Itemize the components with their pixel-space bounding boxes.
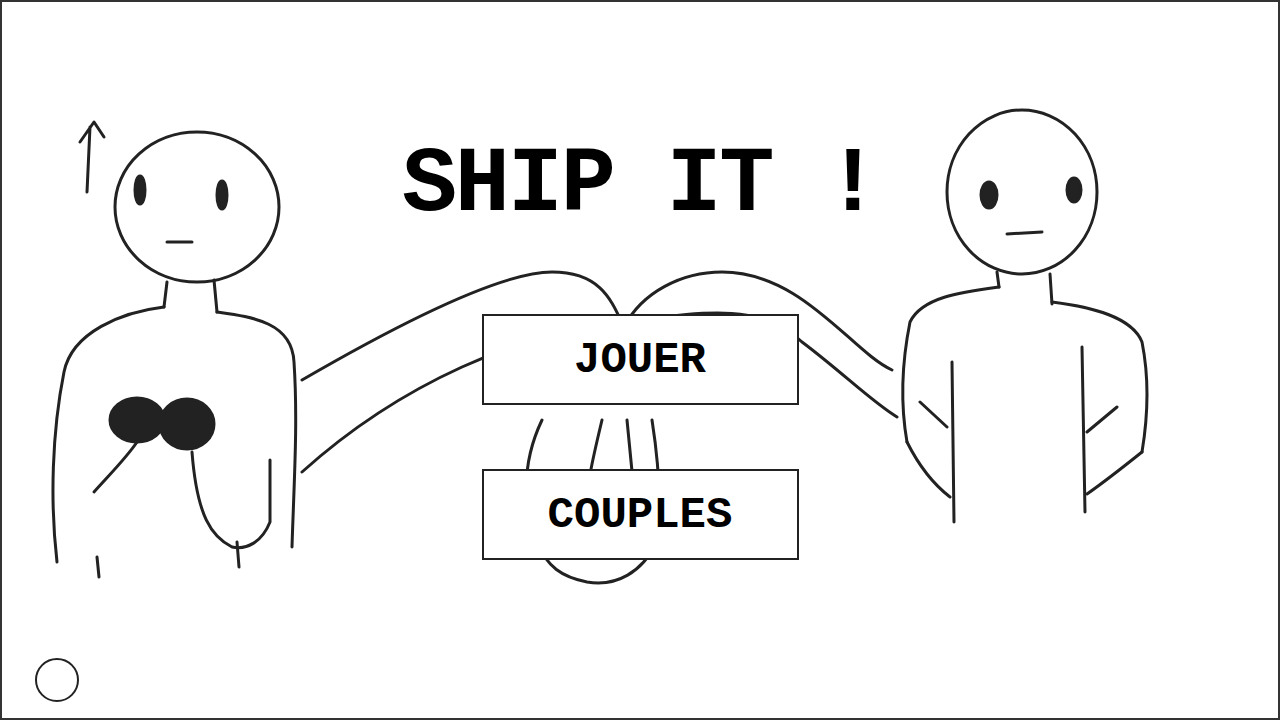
menu-buttons: JOUER COUPLES <box>482 314 799 560</box>
left-figure-icon <box>53 122 296 577</box>
strings-icon <box>302 272 897 583</box>
menu-button[interactable]: COUPLES <box>482 469 799 560</box>
main-menu: SHIP IT ! JOUER COUPLES <box>2 2 1278 560</box>
settings-circle[interactable] <box>35 658 79 702</box>
title-screen: SHIP IT ! JOUER COUPLES <box>0 0 1280 720</box>
right-figure-icon <box>903 110 1147 522</box>
menu-button[interactable]: JOUER <box>482 314 799 405</box>
game-title: SHIP IT ! <box>402 140 878 232</box>
